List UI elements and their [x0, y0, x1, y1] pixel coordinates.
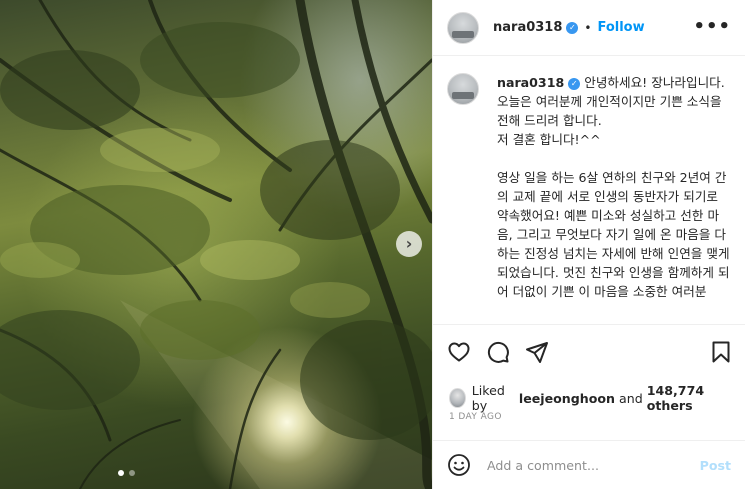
action-bar — [447, 338, 733, 366]
caption-paragraph-2: 영상 일을 하는 6살 연하의 친구와 2년여 간의 교제 끝에 서로 인생의 … — [497, 170, 734, 299]
carousel-dot-1 — [118, 470, 124, 476]
likes-count-link[interactable]: 148,774 others — [647, 383, 735, 413]
post-timestamp[interactable]: 1 day ago — [449, 412, 502, 422]
liked-by-and: and — [619, 390, 643, 406]
caption-area[interactable]: nara0318 ✓ 안녕하세요! 장나라입니다. 오늘은 여러분께 개인적이지만… — [433, 57, 745, 325]
comment-icon[interactable] — [486, 340, 510, 364]
comment-input[interactable] — [487, 457, 700, 473]
caption-row: nara0318 ✓ 안녕하세요! 장나라입니다. 오늘은 여러분께 개인적이지만… — [447, 73, 731, 301]
heart-icon[interactable] — [447, 340, 471, 364]
post-comment-button[interactable]: Post — [700, 458, 731, 473]
follow-button[interactable]: Follow — [597, 20, 644, 35]
caption-author-avatar[interactable] — [447, 73, 479, 105]
tree-canopy-illustration — [0, 0, 432, 489]
liked-by-user[interactable]: leejeonghoon — [519, 391, 615, 406]
comment-bar: Post — [433, 440, 745, 489]
caption-text: nara0318 ✓ 안녕하세요! 장나라입니다. 오늘은 여러분께 개인적이지만… — [497, 73, 731, 301]
author-username[interactable]: nara0318 — [493, 20, 562, 35]
emoji-icon[interactable] — [447, 453, 471, 477]
likes-summary: Liked by leejeonghoon and 148,774 others — [449, 383, 735, 413]
post-photo[interactable]: › — [0, 0, 432, 489]
carousel-dot-2 — [129, 470, 135, 476]
bookmark-icon[interactable] — [709, 340, 733, 364]
liker-avatar[interactable] — [449, 388, 466, 408]
next-slide-button[interactable]: › — [396, 231, 422, 257]
post-header: nara0318 ✓ • Follow ••• — [433, 0, 745, 56]
carousel-dots — [118, 470, 135, 476]
caption-verified-badge-icon: ✓ — [568, 78, 581, 90]
share-icon[interactable] — [525, 340, 549, 364]
post-side-panel: nara0318 ✓ • Follow ••• nara0318 ✓ 안녕하세요!… — [432, 0, 745, 489]
header-separator: • — [584, 20, 592, 35]
more-options-icon[interactable]: ••• — [693, 18, 731, 36]
liked-by-prefix: Liked by — [471, 383, 505, 413]
author-avatar[interactable] — [447, 11, 479, 44]
caption-username[interactable]: nara0318 — [497, 75, 564, 90]
verified-badge-icon: ✓ — [566, 21, 579, 34]
